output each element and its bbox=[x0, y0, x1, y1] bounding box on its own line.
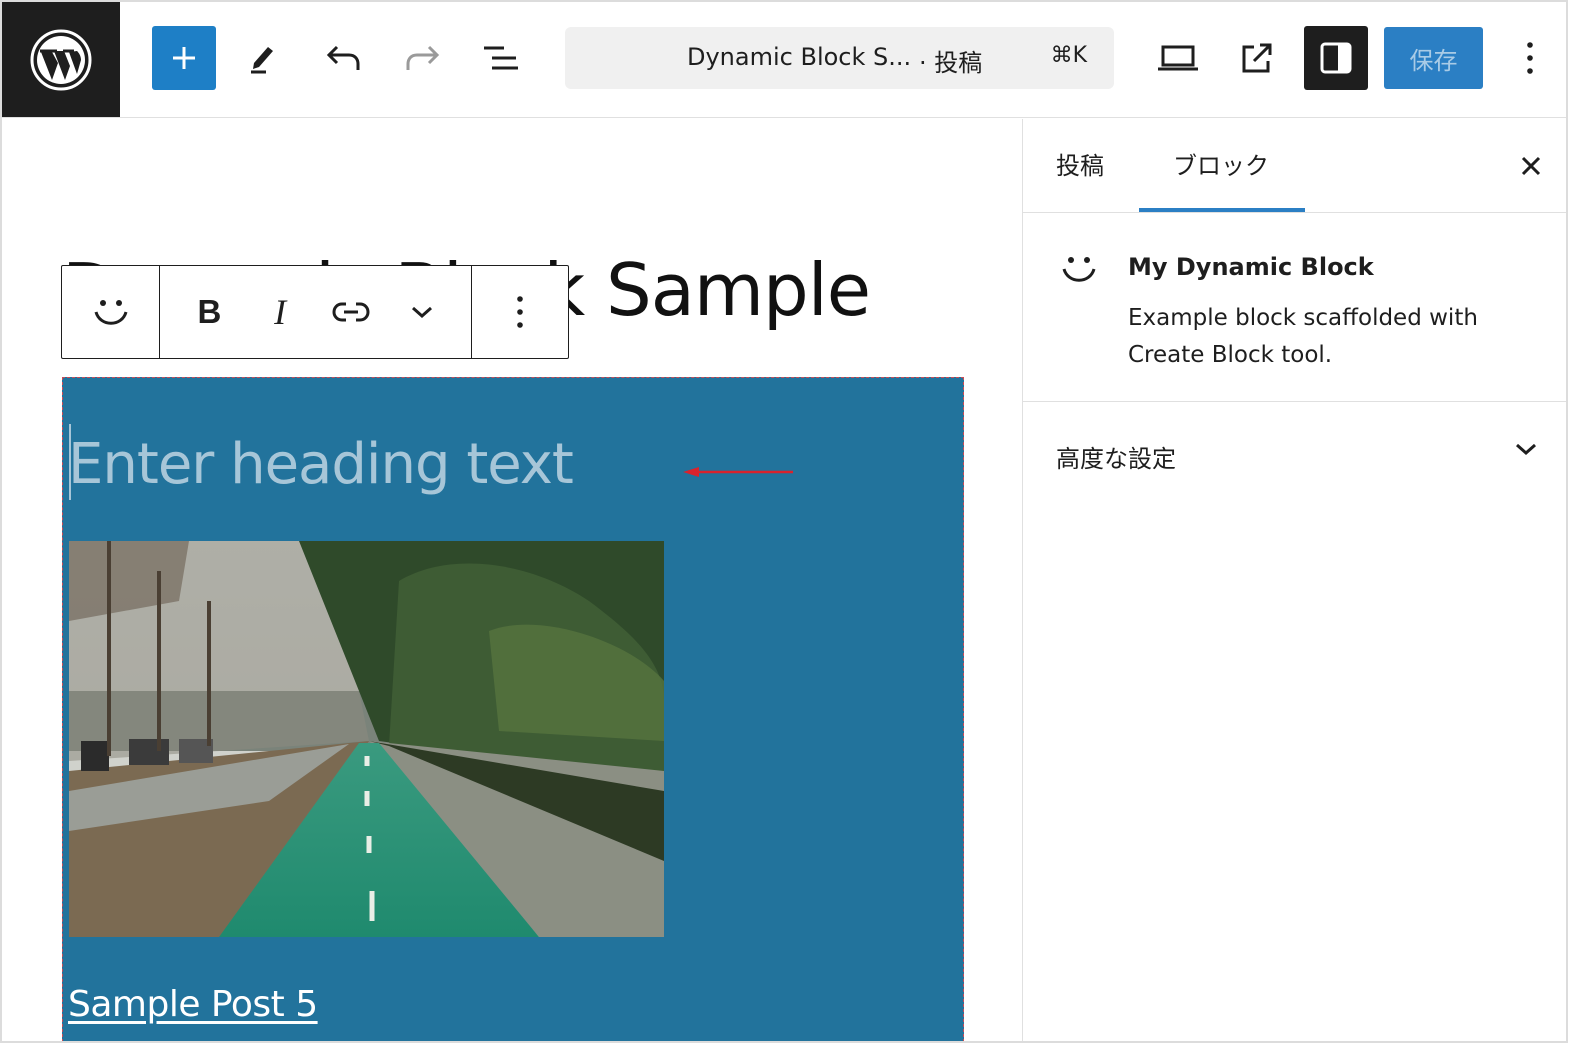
link-button[interactable] bbox=[323, 284, 379, 340]
list-view-icon bbox=[484, 46, 518, 70]
document-title: Dynamic Block S... bbox=[687, 43, 912, 71]
format-group: B I bbox=[159, 266, 471, 358]
more-vertical-icon bbox=[517, 296, 523, 328]
options-group bbox=[471, 266, 568, 358]
block-toolbar: B I bbox=[61, 265, 569, 359]
tab-block[interactable]: ブロック bbox=[1173, 146, 1269, 181]
post-type-label: · 投稿 bbox=[919, 49, 983, 77]
more-formats-button[interactable] bbox=[394, 284, 450, 340]
featured-image bbox=[69, 541, 664, 937]
chevron-down-icon bbox=[1516, 443, 1536, 456]
redo-button[interactable] bbox=[391, 26, 455, 90]
save-button[interactable]: 保存 bbox=[1384, 27, 1483, 89]
external-link-icon bbox=[1242, 43, 1272, 73]
chevron-down-icon bbox=[411, 306, 432, 319]
block-type-group bbox=[62, 266, 159, 358]
close-icon bbox=[1521, 156, 1541, 176]
bold-button[interactable]: B bbox=[181, 284, 237, 340]
active-tab-indicator bbox=[1139, 208, 1305, 212]
undo-icon bbox=[326, 45, 360, 70]
options-menu-button[interactable] bbox=[1498, 26, 1562, 90]
desktop-icon bbox=[1158, 45, 1198, 71]
sidebar-icon bbox=[1320, 42, 1352, 74]
close-sidebar-button[interactable] bbox=[1516, 151, 1546, 181]
editor-header: Dynamic Block S... · 投稿 ⌘K 保存 bbox=[2, 2, 1566, 118]
command-palette-bar[interactable]: Dynamic Block S... · 投稿 ⌘K bbox=[565, 27, 1114, 89]
add-block-button[interactable] bbox=[152, 26, 216, 90]
block-description: Example block scaffolded with Create Blo… bbox=[1128, 305, 1478, 368]
wordpress-logo-button[interactable] bbox=[2, 2, 120, 117]
dynamic-block[interactable]: Enter heading text Sample Post 5 bbox=[62, 377, 964, 1041]
post-link[interactable]: Sample Post 5 bbox=[68, 984, 318, 1025]
settings-sidebar: 投稿 ブロック My Dynamic Block Example block s… bbox=[1022, 119, 1566, 1041]
wordpress-logo-icon bbox=[30, 29, 92, 90]
smiley-icon bbox=[1062, 257, 1096, 282]
view-post-button[interactable] bbox=[1225, 26, 1289, 90]
preview-button[interactable] bbox=[1146, 26, 1210, 90]
smiley-icon bbox=[94, 300, 127, 325]
editor-window: Dynamic Block S... · 投稿 ⌘K 保存 Sample B I… bbox=[0, 0, 1568, 1043]
block-options-button[interactable] bbox=[492, 284, 548, 340]
list-view-button[interactable] bbox=[469, 26, 533, 90]
block-card: My Dynamic Block Example block scaffolde… bbox=[1023, 213, 1566, 402]
heading-input[interactable]: Enter heading text bbox=[68, 430, 574, 500]
tools-button[interactable] bbox=[231, 26, 295, 90]
advanced-settings-label: 高度な設定 bbox=[1056, 445, 1176, 473]
more-vertical-icon bbox=[1527, 42, 1533, 74]
advanced-settings-panel[interactable]: 高度な設定 bbox=[1023, 403, 1566, 507]
annotation-arrow bbox=[683, 467, 793, 477]
settings-toggle-button[interactable] bbox=[1304, 26, 1368, 90]
block-name: My Dynamic Block bbox=[1128, 253, 1374, 281]
plus-icon bbox=[173, 47, 195, 69]
block-type-button[interactable] bbox=[83, 284, 139, 340]
link-icon bbox=[332, 302, 370, 322]
undo-button[interactable] bbox=[311, 26, 375, 90]
editor-canvas: Dynamic Block Sample B I bbox=[2, 119, 1021, 1041]
sidebar-tabs: 投稿 ブロック bbox=[1023, 119, 1566, 213]
tab-post[interactable]: 投稿 bbox=[1056, 146, 1104, 181]
bike-path-photo bbox=[69, 541, 664, 937]
pencil-icon bbox=[251, 47, 273, 74]
italic-button[interactable]: I bbox=[252, 284, 308, 340]
command-shortcut: ⌘K bbox=[1050, 43, 1087, 68]
redo-icon bbox=[406, 45, 440, 70]
